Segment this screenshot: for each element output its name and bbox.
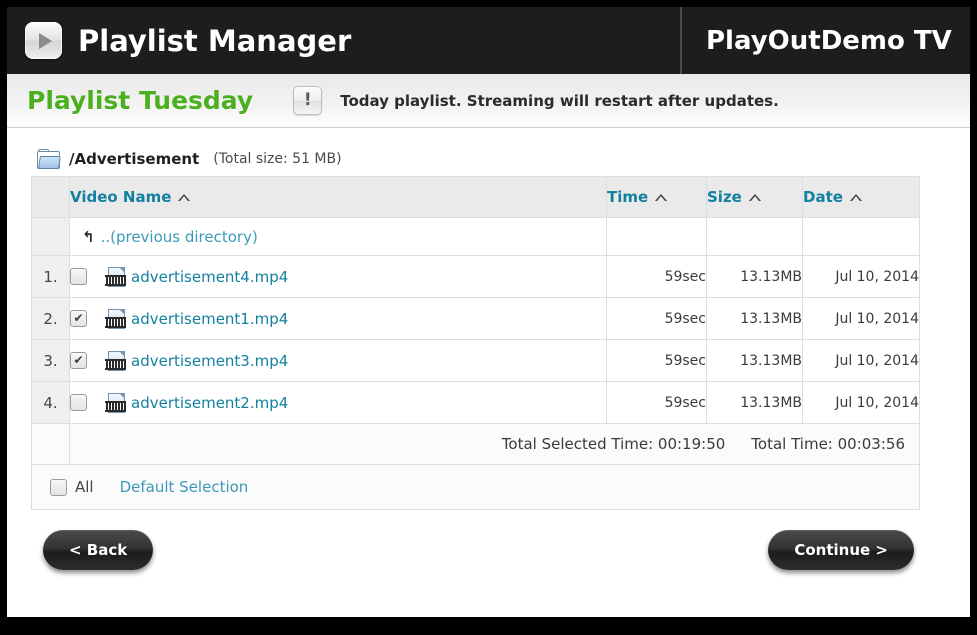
time-cell: 59sec	[606, 255, 707, 298]
channel-title: PlayOutDemo TV	[706, 25, 952, 56]
row-index-cell: 1.	[31, 255, 70, 298]
default-selection-link[interactable]: Default Selection	[120, 478, 249, 496]
file-name-link[interactable]: advertisement3.mp4	[131, 352, 288, 370]
file-table-head: Video Name Time Size Date	[31, 176, 920, 218]
table-row[interactable]: 2. ✔ advertisement1.mp4 59sec 13.13MB Ju…	[31, 297, 920, 340]
table-row[interactable]: 3. ✔ advertisement3.mp4 59sec 13.13MB Ju…	[31, 339, 920, 382]
page-title: Playlist Manager	[78, 23, 352, 58]
video-file-icon	[105, 308, 127, 329]
totals-spacer	[31, 423, 70, 465]
date-cell	[802, 217, 920, 256]
back-button[interactable]: < Back	[43, 530, 154, 570]
select-all-row: ✔ All Default Selection	[31, 464, 920, 510]
action-bar: < Back Continue >	[31, 530, 920, 570]
totals-row: Total Selected Time: 00:19:50 Total Time:…	[31, 423, 920, 465]
time-cell: 59sec	[606, 297, 707, 340]
date-cell: Jul 10, 2014	[802, 381, 920, 424]
file-name-cell: ✔ advertisement1.mp4	[69, 297, 607, 340]
app-header: Playlist Manager PlayOutDemo TV	[7, 7, 970, 74]
column-header-name[interactable]: Video Name	[69, 176, 607, 218]
page: Playlist Manager PlayOutDemo TV Playlist…	[7, 7, 970, 617]
notice-text: Today playlist. Streaming will restart a…	[340, 91, 779, 110]
app-frame: Playlist Manager PlayOutDemo TV Playlist…	[0, 0, 977, 635]
row-checkbox[interactable]: ✔	[70, 394, 87, 411]
size-cell: 13.13MB	[706, 339, 803, 382]
totals-cell: Total Selected Time: 00:19:50 Total Time:…	[69, 423, 920, 465]
warning-icon: !	[293, 86, 323, 115]
video-file-icon	[105, 350, 127, 371]
parent-directory-row[interactable]: ↰ ..(previous directory)	[31, 217, 920, 256]
current-path: /Advertisement	[69, 150, 200, 168]
playlist-name: Playlist Tuesday	[27, 86, 254, 115]
up-arrow-icon: ↰	[82, 227, 95, 246]
file-name-cell: ✔ advertisement2.mp4	[69, 381, 607, 424]
time-cell: 59sec	[606, 381, 707, 424]
video-file-icon	[105, 266, 127, 287]
file-name-link[interactable]: advertisement4.mp4	[131, 268, 288, 286]
sort-ascending-icon[interactable]	[655, 194, 668, 201]
sort-ascending-icon[interactable]	[178, 194, 191, 201]
column-header-index	[31, 176, 70, 218]
row-checkbox[interactable]: ✔	[70, 352, 87, 369]
folder-icon	[37, 148, 61, 169]
warning-icon-glyph: !	[303, 90, 312, 110]
column-header-time[interactable]: Time	[606, 176, 707, 218]
app-header-left: Playlist Manager	[7, 7, 680, 74]
row-index-cell	[31, 217, 70, 256]
date-cell: Jul 10, 2014	[802, 255, 920, 298]
column-header-size[interactable]: Size	[706, 176, 803, 218]
time-cell: 59sec	[606, 339, 707, 382]
app-header-right: PlayOutDemo TV	[682, 7, 970, 74]
file-name-cell: ✔ advertisement4.mp4	[69, 255, 607, 298]
select-all-label: All	[75, 478, 94, 496]
file-name-cell: ✔ advertisement3.mp4	[69, 339, 607, 382]
column-header-name-label: Video Name	[70, 188, 172, 206]
row-checkbox[interactable]: ✔	[70, 268, 87, 285]
sort-ascending-icon[interactable]	[849, 194, 862, 201]
table-row[interactable]: 4. ✔ advertisement2.mp4 59sec 13.13MB Ju…	[31, 381, 920, 424]
select-all-cell: ✔ All Default Selection	[31, 464, 920, 510]
row-index-cell: 3.	[31, 339, 70, 382]
play-icon	[25, 22, 62, 59]
column-header-date[interactable]: Date	[802, 176, 920, 218]
size-cell: 13.13MB	[706, 255, 803, 298]
total-time: Total Time: 00:03:56	[751, 435, 905, 453]
file-table-body: ↰..(previous directory) 1. ✔ adverti	[31, 217, 920, 510]
file-name-link[interactable]: advertisement1.mp4	[131, 310, 288, 328]
parent-directory-cell[interactable]: ↰ ..(previous directory)	[69, 217, 607, 256]
content-area: /Advertisement (Total size: 51 MB) Video…	[7, 128, 970, 570]
file-table-header-row: Video Name Time Size Date	[31, 176, 920, 218]
column-header-size-label: Size	[707, 188, 742, 206]
breadcrumb: /Advertisement (Total size: 51 MB)	[31, 148, 946, 169]
row-index-cell: 4.	[31, 381, 70, 424]
file-table: Video Name Time Size Date ↰ ..(previous …	[31, 176, 920, 510]
file-name-link[interactable]: advertisement2.mp4	[131, 394, 288, 412]
row-checkbox[interactable]: ✔	[70, 310, 87, 327]
table-row[interactable]: 1. ✔ advertisement4.mp4 59sec 13.13MB Ju…	[31, 255, 920, 298]
row-index-cell: 2.	[31, 297, 70, 340]
time-cell	[606, 217, 707, 256]
size-cell	[706, 217, 803, 256]
parent-directory-link[interactable]: ..(previous directory)	[101, 228, 258, 246]
column-header-time-label: Time	[607, 188, 649, 206]
sort-ascending-icon[interactable]	[748, 194, 761, 201]
total-size-label: (Total size: 51 MB)	[213, 151, 342, 167]
column-header-date-label: Date	[803, 188, 843, 206]
size-cell: 13.13MB	[706, 381, 803, 424]
select-all-checkbox[interactable]: ✔	[50, 478, 67, 496]
video-file-icon	[105, 392, 127, 413]
size-cell: 13.13MB	[706, 297, 803, 340]
total-selected-time: Total Selected Time: 00:19:50	[501, 435, 726, 453]
playlist-subheader: Playlist Tuesday ! Today playlist. Strea…	[7, 74, 970, 128]
date-cell: Jul 10, 2014	[802, 297, 920, 340]
continue-button[interactable]: Continue >	[768, 530, 914, 570]
date-cell: Jul 10, 2014	[802, 339, 920, 382]
